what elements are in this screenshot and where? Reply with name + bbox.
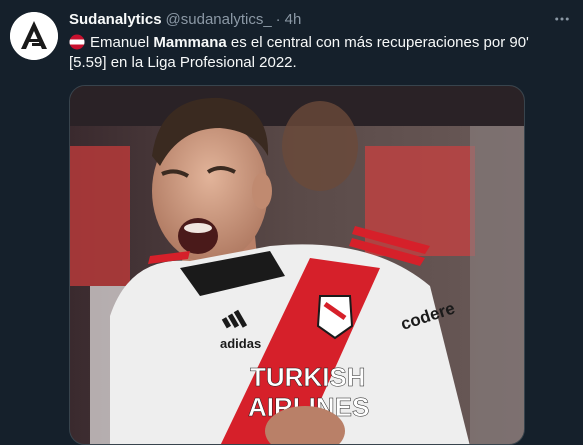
separator-dot: · bbox=[275, 10, 281, 28]
tweet-media-photo[interactable]: adidas TURKISH AIRLINES codere bbox=[69, 85, 525, 445]
more-options-button[interactable] bbox=[551, 8, 573, 30]
argentina-flag-icon bbox=[69, 34, 85, 50]
tweet-header: Sudanalytics @sudanalytics_ · 4h bbox=[69, 9, 301, 29]
player-celebration-photo: adidas TURKISH AIRLINES codere bbox=[70, 86, 524, 444]
display-name[interactable]: Sudanalytics bbox=[69, 11, 162, 28]
tweet-timestamp[interactable]: 4h bbox=[285, 11, 302, 28]
jersey-brand-text: adidas bbox=[220, 336, 261, 351]
tweet-text-bold: Mammana bbox=[153, 34, 227, 51]
tweet-text: Emanuel Mammana es el central con más re… bbox=[69, 33, 569, 73]
more-options-icon bbox=[555, 17, 569, 21]
sudanalytics-logo bbox=[10, 12, 58, 60]
user-handle[interactable]: @sudanalytics_ bbox=[166, 11, 272, 28]
avatar[interactable] bbox=[10, 12, 58, 60]
tweet-text-part1: Emanuel bbox=[90, 34, 154, 51]
jersey-sponsor-line1: TURKISH bbox=[250, 362, 366, 392]
